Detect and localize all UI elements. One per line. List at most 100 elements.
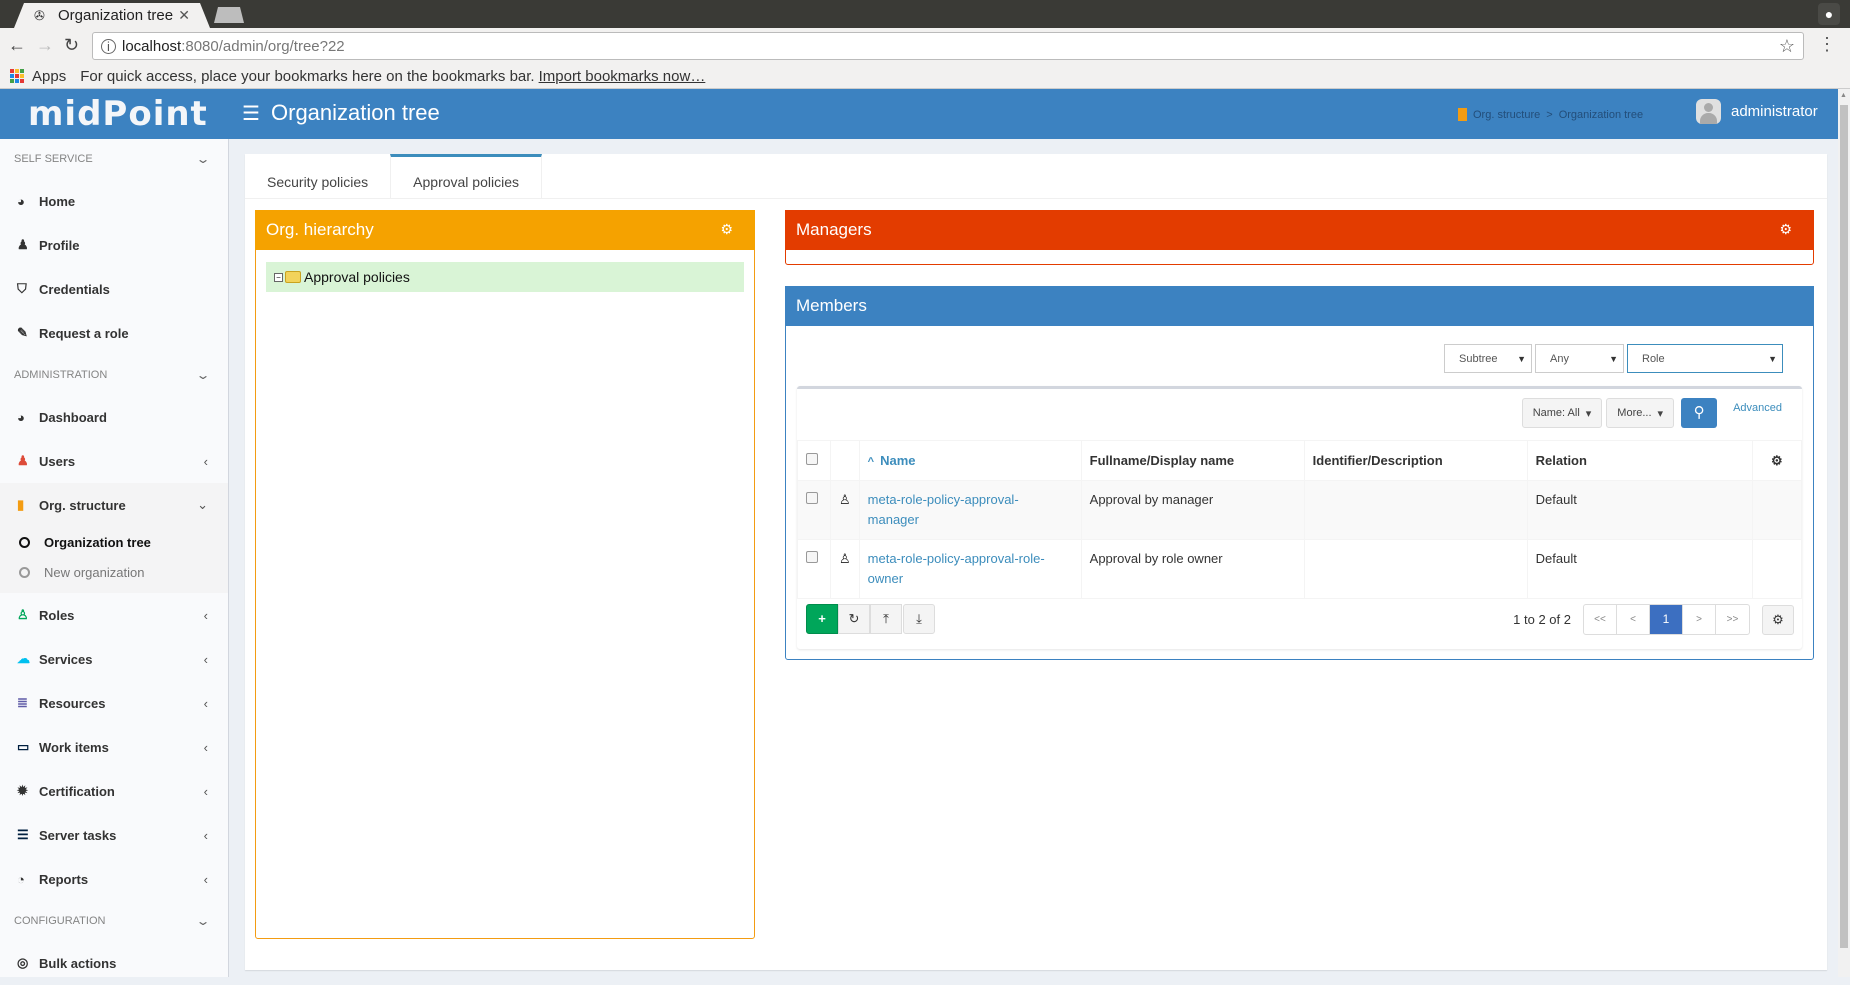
refresh-button[interactable]: ↻ [838,604,870,634]
browser-tabstrip: ✇ Organization tree ✕ ● [0,0,1850,28]
column-header-name[interactable]: ^ Name [858,440,1082,481]
scope-select[interactable]: Subtree ▼ [1444,344,1532,373]
apps-icon[interactable] [10,69,24,83]
browser-toolbar: ← → ↻ i localhost:8080/admin/org/tree?22… [0,28,1850,64]
scrollbar-thumb[interactable] [1840,105,1848,948]
sidebar-item-work-items[interactable]: ▭ Work items ‹ [0,725,228,769]
new-tab-button[interactable] [214,7,244,23]
apps-link[interactable]: Apps [32,68,66,85]
row-checkbox[interactable] [806,551,818,563]
sidebar-item-home[interactable]: ◕ Home [0,179,228,223]
sidebar-item-server-tasks[interactable]: ☰ Server tasks ‹ [0,813,228,857]
import-button[interactable]: ⤒ [870,604,902,634]
folder-icon [285,271,301,283]
collapse-icon[interactable]: − [274,272,283,282]
search-icon: ⚲ [1693,404,1705,421]
page-scrollbar[interactable]: ▲ [1838,89,1850,977]
user-icon: ♟ [17,453,29,468]
sidebar-item-bulk-actions[interactable]: ◎ Bulk actions [0,941,228,985]
sidebar-item-profile[interactable]: ♟ Profile [0,223,228,267]
gear-icon[interactable]: ⚙ [1771,453,1783,468]
sidebar-section-configuration[interactable]: CONFIGURATION ⌄ [0,901,228,941]
more-filter-dropdown[interactable]: More... ▾ [1606,398,1675,428]
members-table: ^ Name Fullname/Display name Identifier/D… [797,440,1803,599]
advanced-search-link[interactable]: Advanced [1733,402,1782,414]
fullname-cell: Approval by manager [1080,480,1305,540]
chevron-left-icon: ‹ [203,871,208,887]
address-bar[interactable]: i localhost:8080/admin/org/tree?22 ☆ [92,32,1804,60]
sidebar-item-dashboard[interactable]: ◕ Dashboard [0,395,228,439]
reload-icon[interactable]: ↻ [64,35,79,56]
object-type-select[interactable]: Role ▼ [1627,344,1783,373]
gear-icon[interactable]: ⚙ [1779,221,1792,238]
next-page-button[interactable]: > [1683,605,1716,634]
org-structure-submenu: Organization tree New organization [0,527,228,593]
section-label: ADMINISTRATION [14,369,108,381]
sidebar-item-roles[interactable]: ♙ Roles ‹ [0,593,228,637]
page-size-settings-button[interactable]: ⚙ [1762,604,1794,635]
scroll-up-icon[interactable]: ▲ [1840,92,1847,99]
forward-icon[interactable]: → [36,35,54,56]
member-name-link[interactable]: meta-role-policy-approval-role-owner [868,551,1045,586]
actions-cell [1751,539,1803,599]
scope-value: Subtree [1459,352,1498,365]
more-filter-label: More... [1617,407,1652,419]
back-icon[interactable]: ← [8,35,26,56]
bookmark-star-icon[interactable]: ☆ [1779,36,1795,57]
url-path: :8080/admin/org/tree?22 [181,37,345,55]
profile-icon[interactable]: ● [1818,3,1840,25]
sidebar-subitem-organization-tree[interactable]: Organization tree [0,527,228,557]
search-button[interactable]: ⚲ [1681,398,1718,428]
export-button[interactable]: ⤓ [903,604,935,634]
info-icon[interactable]: i [101,38,116,54]
row-checkbox[interactable] [806,492,818,504]
circle-icon [19,536,30,548]
name-filter-dropdown[interactable]: Name: All ▾ [1521,398,1603,428]
role-icon: ♙ [839,492,851,507]
sidebar-item-org-structure[interactable]: ▮ Org. structure ⌄ [0,483,228,527]
add-member-button[interactable]: + [806,604,838,634]
first-page-button[interactable]: << [1584,605,1617,634]
column-header-fullname: Fullname/Display name [1080,440,1305,481]
menu-toggle-icon[interactable]: ☰ [242,101,260,126]
tree-node-label[interactable]: Approval policies [304,269,410,285]
sidebar-item-label: Services [39,651,93,667]
last-page-button[interactable]: >> [1716,605,1749,634]
sidebar-item-reports[interactable]: ◔ Reports ‹ [0,857,228,901]
sidebar-section-administration[interactable]: ADMINISTRATION ⌄ [0,355,228,395]
fullname-cell: Approval by role owner [1080,539,1305,599]
inbox-icon: ▭ [17,739,30,754]
caret-down-icon: ▼ [1609,353,1618,364]
sidebar-item-credentials[interactable]: ⛉ Credentials [0,267,228,311]
browser-menu-icon[interactable]: ⋮ [1818,34,1836,55]
name-filter-label: Name: All [1532,407,1580,419]
member-name-link[interactable]: meta-role-policy-approval-manager [868,492,1019,527]
sidebar-item-certification[interactable]: ✹ Certification ‹ [0,769,228,813]
prev-page-button[interactable]: < [1617,605,1650,634]
sidebar-section-self-service[interactable]: SELF SERVICE ⌄ [0,139,228,179]
sidebar-item-request-a-role[interactable]: ✎ Request a role [0,311,228,355]
sidebar-item-resources[interactable]: ≣ Resources ‹ [0,681,228,725]
import-bookmarks-link[interactable]: Import bookmarks now… [539,68,706,85]
type-select[interactable]: Any ▼ [1535,344,1624,373]
caret-down-icon: ▾ [1585,407,1592,420]
page-1-button[interactable]: 1 [1650,605,1683,634]
sidebar-item-label: Request a role [39,325,129,341]
section-label: CONFIGURATION [14,915,106,927]
user-menu[interactable]: administrator [1696,99,1818,124]
tab-approval-policies[interactable]: Approval policies [390,154,542,199]
sidebar-item-services[interactable]: ☁ Services ‹ [0,637,228,681]
chevron-left-icon: ‹ [203,651,208,667]
close-tab-icon[interactable]: ✕ [178,7,190,24]
tab-security-policies[interactable]: Security policies [245,154,390,199]
gear-icon[interactable]: ⚙ [720,221,733,238]
sidebar-item-users[interactable]: ♟ Users ‹ [0,439,228,483]
tree-node[interactable]: − Approval policies [266,262,744,292]
select-all-checkbox[interactable] [806,453,818,465]
browser-tab[interactable]: ✇ Organization tree ✕ [14,3,210,28]
sidebar-subitem-new-organization[interactable]: New organization [0,557,228,587]
breadcrumb-org-structure[interactable]: Org. structure [1473,109,1540,121]
midpoint-logo[interactable]: midPoint [28,94,208,134]
role-icon: ♙ [839,551,851,566]
member-filters: Subtree ▼ Any ▼ Role ▼ [1444,344,1783,373]
